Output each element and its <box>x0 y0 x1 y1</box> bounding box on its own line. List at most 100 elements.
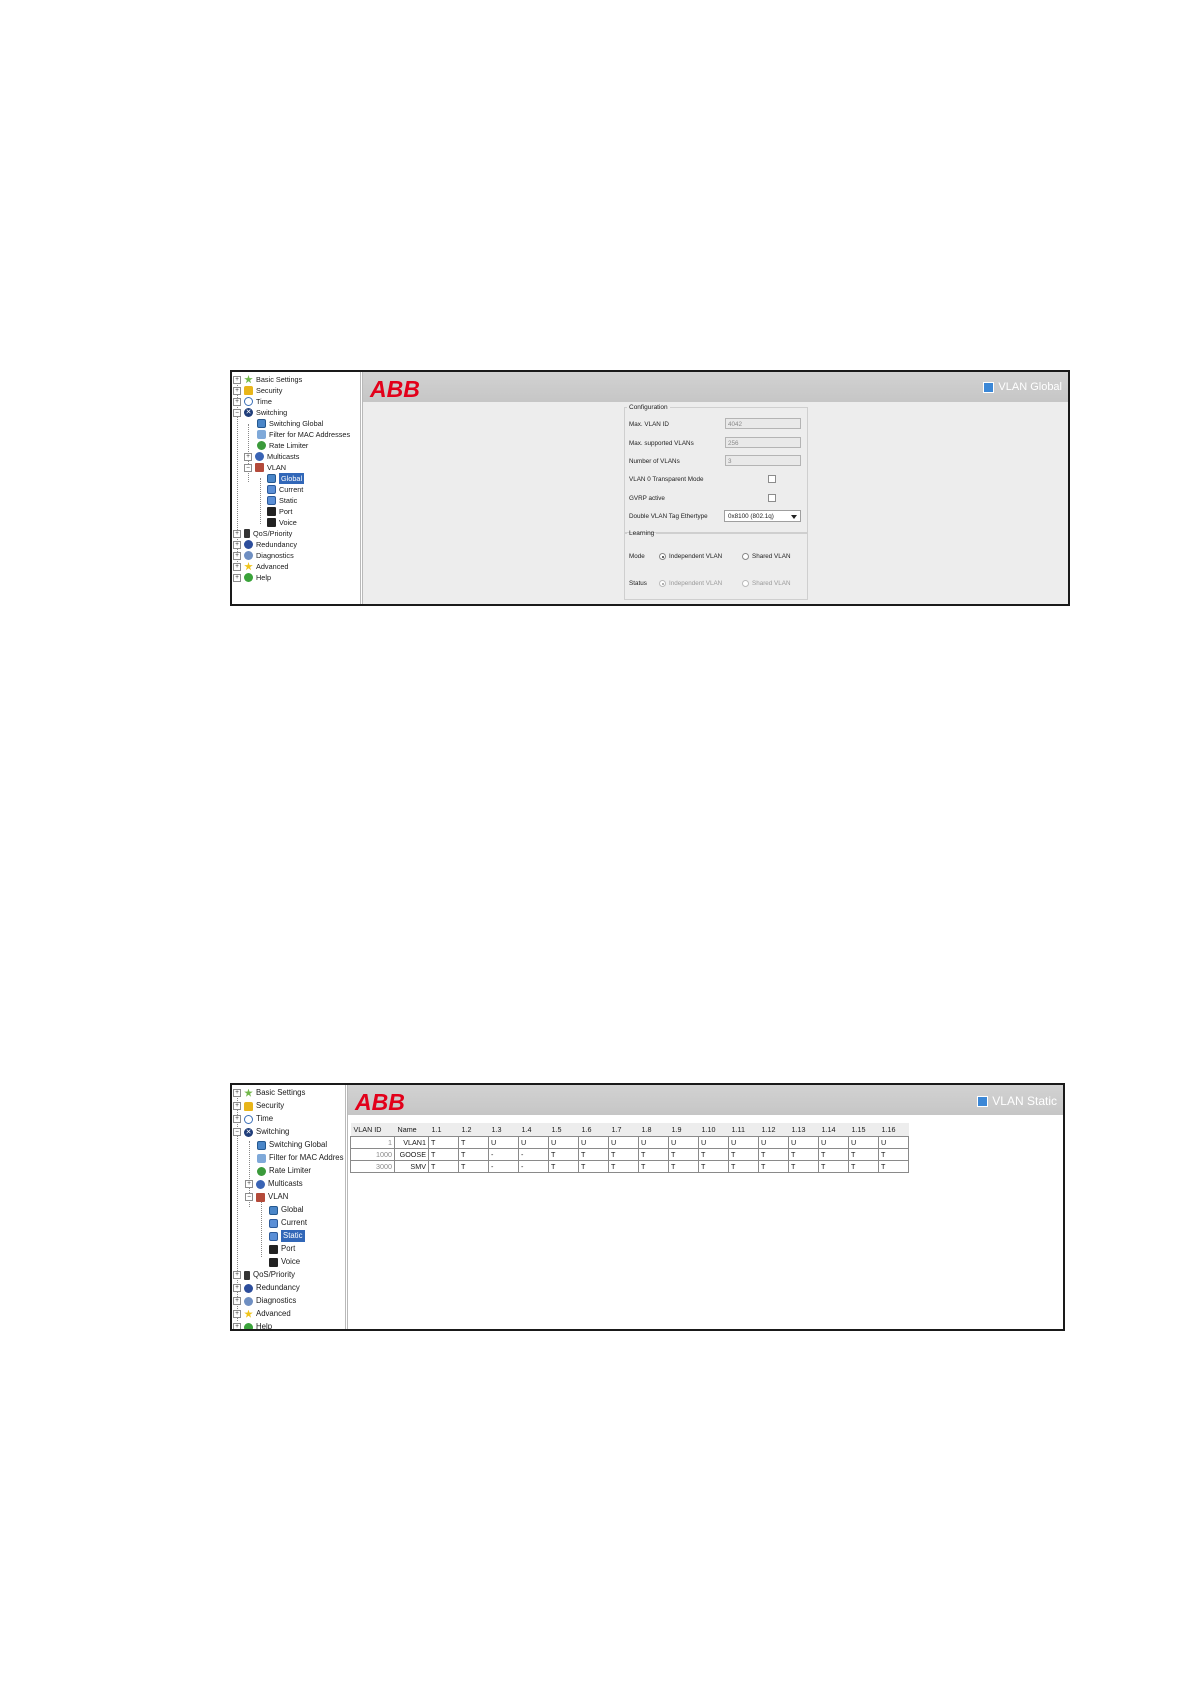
tree-item-vlan-global[interactable]: Global <box>269 1204 304 1216</box>
tree-item-filter-mac[interactable]: Filter for MAC Addres <box>246 1152 344 1164</box>
port-membership-cell[interactable]: T <box>788 1160 819 1173</box>
port-membership-cell[interactable]: T <box>638 1148 669 1161</box>
port-membership-cell[interactable]: T <box>818 1160 849 1173</box>
expand-icon[interactable]: + <box>233 375 241 384</box>
tree-item-time[interactable]: + Time <box>233 396 272 407</box>
column-header[interactable]: 1.7 <box>608 1123 639 1137</box>
tree-item-help[interactable]: + Help <box>233 1321 272 1329</box>
port-membership-cell[interactable]: U <box>728 1136 759 1149</box>
tree-item-vlan[interactable]: − VLAN <box>244 462 286 473</box>
port-membership-cell[interactable]: T <box>548 1148 579 1161</box>
table-row[interactable]: 1 VLAN1 T T U U U U U U U U U U U U U U <box>350 1136 909 1149</box>
collapse-icon[interactable]: − <box>244 463 252 472</box>
expand-icon[interactable]: + <box>233 1297 241 1305</box>
tree-item-qos[interactable]: + QoS/Priority <box>233 1269 295 1281</box>
collapse-icon[interactable]: − <box>233 408 241 417</box>
tree-item-advanced[interactable]: + Advanced <box>233 561 288 572</box>
column-header[interactable]: 1.5 <box>548 1123 579 1137</box>
port-membership-cell[interactable]: T <box>428 1136 459 1149</box>
port-membership-cell[interactable]: T <box>698 1148 729 1161</box>
port-membership-cell[interactable]: - <box>518 1160 549 1173</box>
mode-shared-radio[interactable] <box>742 553 749 560</box>
tree-item-advanced[interactable]: + Advanced <box>233 1308 291 1320</box>
port-membership-cell[interactable]: U <box>788 1136 819 1149</box>
column-header[interactable]: 1.8 <box>638 1123 669 1137</box>
expand-icon[interactable]: + <box>233 551 241 560</box>
port-membership-cell[interactable]: U <box>668 1136 699 1149</box>
expand-icon[interactable]: + <box>233 1271 241 1279</box>
expand-icon[interactable]: + <box>233 562 241 571</box>
column-header[interactable]: 1.9 <box>668 1123 699 1137</box>
vlan0-transparent-checkbox[interactable] <box>768 475 776 483</box>
port-membership-cell[interactable]: T <box>428 1160 459 1173</box>
tree-item-vlan-current[interactable]: Current <box>269 1217 307 1229</box>
tree-item-redundancy[interactable]: + Redundancy <box>233 1282 300 1294</box>
port-membership-cell[interactable]: - <box>518 1148 549 1161</box>
expand-icon[interactable]: + <box>233 1284 241 1292</box>
tree-item-switching[interactable]: − ✕ Switching <box>233 407 287 418</box>
column-header[interactable]: 1.12 <box>758 1123 789 1137</box>
port-membership-cell[interactable]: U <box>818 1136 849 1149</box>
port-membership-cell[interactable]: U <box>638 1136 669 1149</box>
mode-independent-radio[interactable] <box>659 553 666 560</box>
tree-item-vlan-port[interactable]: Port <box>267 506 292 517</box>
port-membership-cell[interactable]: T <box>428 1148 459 1161</box>
port-membership-cell[interactable]: T <box>608 1148 639 1161</box>
port-membership-cell[interactable]: T <box>458 1136 489 1149</box>
expand-icon[interactable]: + <box>233 1310 241 1318</box>
vlan-name-cell[interactable]: SMV <box>394 1160 429 1173</box>
table-row[interactable]: 3000 SMV T T - - T T T T T T T T T T T T <box>350 1160 909 1173</box>
port-membership-cell[interactable]: T <box>668 1148 699 1161</box>
ethertype-select[interactable]: 0x8100 (802.1q) <box>724 510 801 522</box>
tree-item-basic-settings[interactable]: + Basic Settings <box>233 374 302 385</box>
port-membership-cell[interactable]: - <box>488 1160 519 1173</box>
tree-item-rate-limiter[interactable]: Rate Limiter <box>246 1165 311 1177</box>
expand-icon[interactable]: + <box>233 1323 241 1329</box>
column-header[interactable]: 1.14 <box>818 1123 849 1137</box>
port-membership-cell[interactable]: U <box>758 1136 789 1149</box>
tree-item-vlan-voice[interactable]: Voice <box>269 1256 300 1268</box>
tree-item-switching[interactable]: − ✕ Switching <box>233 1126 289 1138</box>
port-membership-cell[interactable]: T <box>578 1160 609 1173</box>
expand-icon[interactable]: + <box>233 1115 241 1123</box>
collapse-icon[interactable]: − <box>233 1128 241 1136</box>
tree-item-vlan-global[interactable]: Global <box>267 473 305 484</box>
port-membership-cell[interactable]: - <box>488 1148 519 1161</box>
column-header[interactable]: 1.13 <box>788 1123 819 1137</box>
port-membership-cell[interactable]: U <box>518 1136 549 1149</box>
tree-item-basic-settings[interactable]: + Basic Settings <box>233 1087 305 1099</box>
column-header[interactable]: VLAN ID <box>350 1123 395 1137</box>
port-membership-cell[interactable]: U <box>608 1136 639 1149</box>
port-membership-cell[interactable]: U <box>848 1136 879 1149</box>
expand-icon[interactable]: + <box>233 397 241 406</box>
column-header[interactable]: 1.6 <box>578 1123 609 1137</box>
tree-item-security[interactable]: + Security <box>233 385 282 396</box>
port-membership-cell[interactable]: T <box>728 1160 759 1173</box>
collapse-icon[interactable]: − <box>245 1193 253 1201</box>
column-header[interactable]: 1.2 <box>458 1123 489 1137</box>
port-membership-cell[interactable]: T <box>638 1160 669 1173</box>
port-membership-cell[interactable]: U <box>578 1136 609 1149</box>
tree-item-time[interactable]: + Time <box>233 1113 273 1125</box>
tree-item-vlan-static[interactable]: Static <box>267 495 297 506</box>
tree-item-security[interactable]: + Security <box>233 1100 284 1112</box>
port-membership-cell[interactable]: U <box>548 1136 579 1149</box>
column-header[interactable]: 1.16 <box>878 1123 909 1137</box>
expand-icon[interactable]: + <box>233 1102 241 1110</box>
port-membership-cell[interactable]: T <box>758 1148 789 1161</box>
tree-item-redundancy[interactable]: + Redundancy <box>233 539 297 550</box>
port-membership-cell[interactable]: U <box>878 1136 909 1149</box>
tree-item-vlan-static[interactable]: Static <box>269 1230 305 1242</box>
port-membership-cell[interactable]: T <box>878 1148 909 1161</box>
port-membership-cell[interactable]: T <box>848 1160 879 1173</box>
expand-icon[interactable]: + <box>233 386 241 395</box>
tree-item-help[interactable]: + Help <box>233 572 271 583</box>
column-header[interactable]: 1.1 <box>428 1123 459 1137</box>
tree-item-diagnostics[interactable]: + Diagnostics <box>233 550 294 561</box>
port-membership-cell[interactable]: T <box>878 1160 909 1173</box>
port-membership-cell[interactable]: T <box>548 1160 579 1173</box>
column-header[interactable]: 1.10 <box>698 1123 729 1137</box>
port-membership-cell[interactable]: T <box>458 1160 489 1173</box>
port-membership-cell[interactable]: T <box>578 1148 609 1161</box>
table-row[interactable]: 1000 GOOSE T T - - T T T T T T T T T T T T <box>350 1148 909 1161</box>
